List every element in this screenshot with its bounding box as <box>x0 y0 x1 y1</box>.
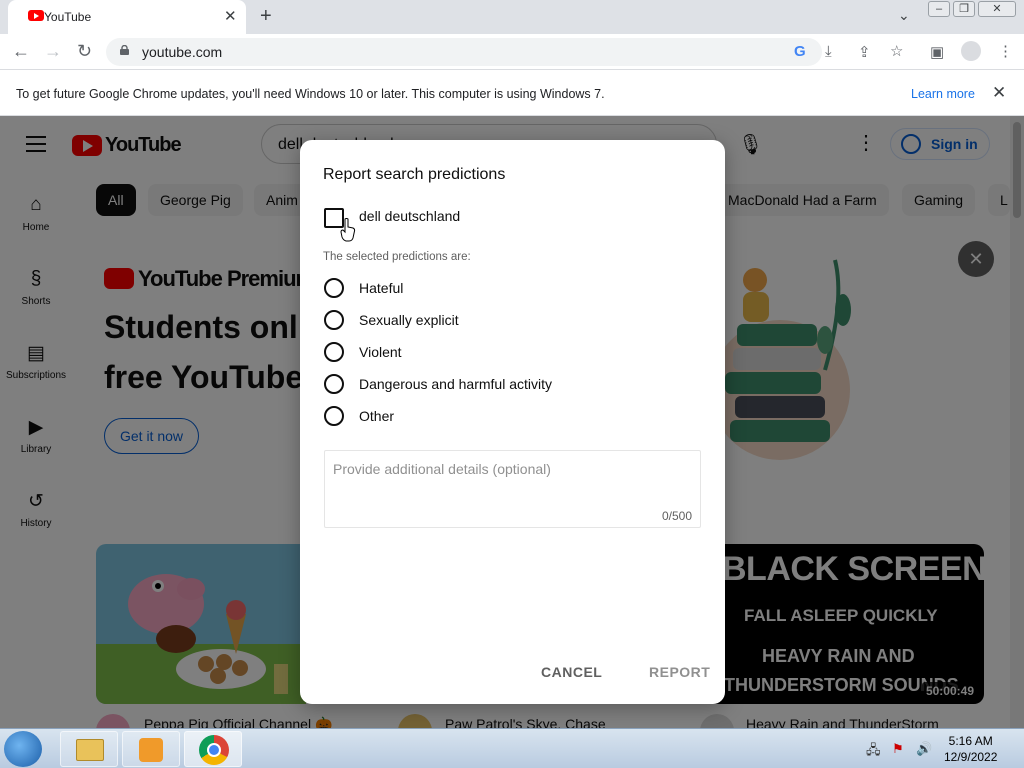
reload-icon[interactable]: ↻ <box>77 41 92 62</box>
action-center-icon[interactable]: ⚑ <box>892 741 904 757</box>
radio-hateful[interactable] <box>324 278 344 298</box>
details-placeholder: Provide additional details (optional) <box>333 461 551 477</box>
character-counter: 0/500 <box>661 509 692 523</box>
details-textarea[interactable]: Provide additional details (optional) 0/… <box>324 450 701 528</box>
close-window-button[interactable]: ✕ <box>978 1 1016 17</box>
tab-close-button[interactable]: ✕ <box>224 7 237 25</box>
media-player-taskbar-button[interactable] <box>122 731 180 767</box>
clock-date: 12/9/2022 <box>944 750 998 764</box>
chrome-icon <box>199 735 229 765</box>
radio-other[interactable] <box>324 406 344 426</box>
infobar-message: To get future Google Chrome updates, you… <box>16 87 605 101</box>
side-panel-icon[interactable]: ▣ <box>930 43 944 61</box>
infobar-close-button[interactable]: ✕ <box>992 83 1006 103</box>
profile-icon[interactable] <box>961 41 981 61</box>
media-player-icon <box>139 738 163 762</box>
update-infobar: To get future Google Chrome updates, you… <box>0 71 1024 116</box>
radio-violent[interactable] <box>324 342 344 362</box>
option-label-hateful[interactable]: Hateful <box>359 280 403 296</box>
browser-tab[interactable]: YouTube ✕ <box>8 0 246 34</box>
dialog-subtitle: The selected predictions are: <box>323 251 471 263</box>
volume-icon[interactable]: 🔊 <box>916 741 932 757</box>
new-tab-button[interactable]: + <box>260 5 272 28</box>
clock-time: 5:16 AM <box>948 734 993 748</box>
browser-toolbar: ← → ↻ youtube.com G ⤓ ⇪ ☆ ▣ ⋮ <box>0 34 1024 70</box>
url-text: youtube.com <box>142 44 223 60</box>
option-label-violent[interactable]: Violent <box>359 344 402 360</box>
menu-dots-icon[interactable]: ⋮ <box>998 42 1013 60</box>
address-bar[interactable]: youtube.com G <box>106 38 822 66</box>
option-label-dangerous[interactable]: Dangerous and harmful activity <box>359 376 552 392</box>
folder-icon <box>76 739 104 761</box>
hand-cursor-icon <box>340 218 356 242</box>
install-icon[interactable]: ⤓ <box>825 43 832 60</box>
lock-icon[interactable] <box>120 45 129 55</box>
option-label-sexually-explicit[interactable]: Sexually explicit <box>359 312 459 328</box>
share-icon[interactable]: ⇪ <box>858 43 871 61</box>
system-clock[interactable]: 5:16 AM 12/9/2022 <box>944 733 997 765</box>
option-label-other[interactable]: Other <box>359 408 394 424</box>
chrome-taskbar-button[interactable] <box>184 731 242 767</box>
google-lens-icon[interactable]: G <box>794 43 806 60</box>
minimize-button[interactable]: – <box>928 1 950 17</box>
dialog-title: Report search predictions <box>323 166 506 183</box>
tab-title: YouTube <box>44 10 92 24</box>
start-button[interactable] <box>4 731 42 767</box>
report-button[interactable]: REPORT <box>649 664 710 680</box>
forward-icon[interactable]: → <box>44 41 62 62</box>
youtube-favicon-icon <box>28 10 44 21</box>
cancel-button[interactable]: CANCEL <box>541 664 602 680</box>
windows-taskbar: 🖧 ⚑ 🔊 5:16 AM 12/9/2022 <box>0 728 1024 768</box>
prediction-label[interactable]: dell deutschland <box>359 208 460 224</box>
back-icon[interactable]: ← <box>12 41 30 62</box>
network-icon[interactable]: 🖧 <box>866 741 881 763</box>
explorer-taskbar-button[interactable] <box>60 731 118 767</box>
tab-strip: YouTube ✕ + ⌄ – ❐ ✕ <box>0 0 1024 34</box>
tab-search-icon[interactable]: ⌄ <box>898 7 910 24</box>
learn-more-link[interactable]: Learn more <box>911 87 975 101</box>
restore-button[interactable]: ❐ <box>953 1 975 17</box>
bookmark-star-icon[interactable]: ☆ <box>890 42 903 60</box>
report-predictions-dialog: Report search predictions dell deutschla… <box>300 140 725 704</box>
radio-dangerous[interactable] <box>324 374 344 394</box>
radio-sexually-explicit[interactable] <box>324 310 344 330</box>
